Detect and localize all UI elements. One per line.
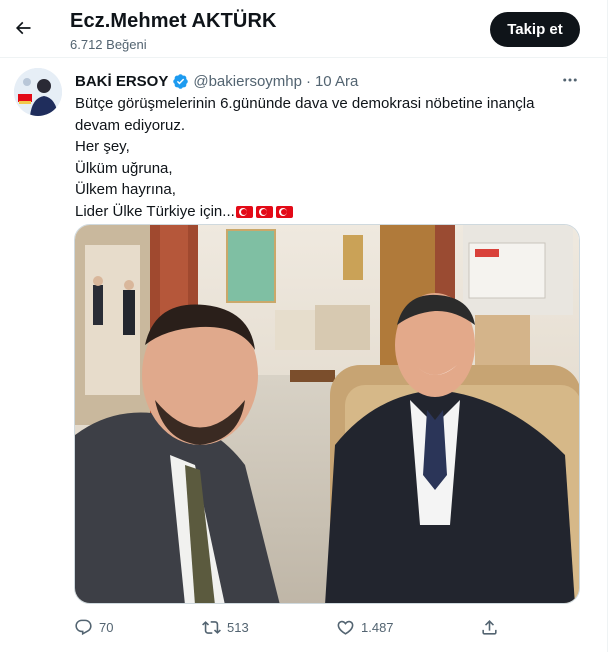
tweet-photo[interactable] [74, 224, 580, 604]
tweet-line: devam ediyoruz. [75, 116, 186, 134]
tweet-line-last: Lider Ülke Türkiye için... [75, 201, 575, 223]
reply-button[interactable]: 70 [74, 612, 113, 642]
tweet-line: Bütçe görüşmelerinin 6.gününde dava ve d… [75, 95, 535, 112]
retweet-count: 513 [227, 619, 249, 635]
tweet-date[interactable]: 10 Ara [315, 73, 358, 90]
turkish-flag-icon [275, 205, 293, 218]
back-arrow-icon [15, 21, 31, 35]
timeline-column: Ecz.Mehmet AKTÜRK 6.712 Beğeni Takip et … [0, 0, 608, 652]
back-button[interactable] [6, 11, 40, 45]
follow-button[interactable]: Takip et [490, 12, 580, 47]
like-icon [337, 620, 354, 635]
selfie-photo [75, 225, 579, 603]
tweet-line: Ülküm uğruna, [75, 159, 173, 177]
profile-header: Ecz.Mehmet AKTÜRK 6.712 Beğeni Takip et [0, 0, 608, 58]
profile-name: Ecz.Mehmet AKTÜRK [70, 10, 277, 32]
more-options-button[interactable] [558, 70, 582, 90]
turkish-flag-icon [255, 205, 273, 218]
reply-count: 70 [99, 619, 114, 635]
retweet-button[interactable]: 513 [202, 612, 249, 642]
turkish-flags [235, 205, 293, 218]
verified-badge-icon [172, 73, 189, 90]
like-button[interactable]: 1.487 [336, 612, 394, 642]
avatar[interactable] [14, 68, 62, 116]
tweet-line: Lider Ülke Türkiye için... [75, 202, 235, 220]
share-icon [482, 619, 497, 635]
turkish-flag-icon [235, 205, 253, 218]
separator-dot: · [305, 72, 311, 90]
tweet-author-row: BAKİ ERSOY @bakiersoymhp · 10 Ara [75, 72, 358, 90]
author-handle[interactable]: @bakiersoymhp [193, 73, 302, 90]
more-dots-icon [563, 78, 577, 82]
retweet-icon [202, 620, 221, 634]
like-count: 1.487 [361, 619, 394, 635]
tweet-line: Her şey, [75, 138, 130, 155]
likes-count: 6.712 Beğeni [70, 37, 147, 52]
tweet-actions: 70 513 1.487 [74, 612, 504, 642]
avatar-image [14, 68, 62, 116]
tweet-line: Ülkem hayrına, [75, 181, 176, 198]
author-name[interactable]: BAKİ ERSOY [75, 73, 168, 90]
tweet-text: Bütçe görüşmelerinin 6.gününde dava ve d… [75, 93, 575, 222]
share-button[interactable] [480, 612, 499, 642]
reply-icon [75, 619, 92, 635]
